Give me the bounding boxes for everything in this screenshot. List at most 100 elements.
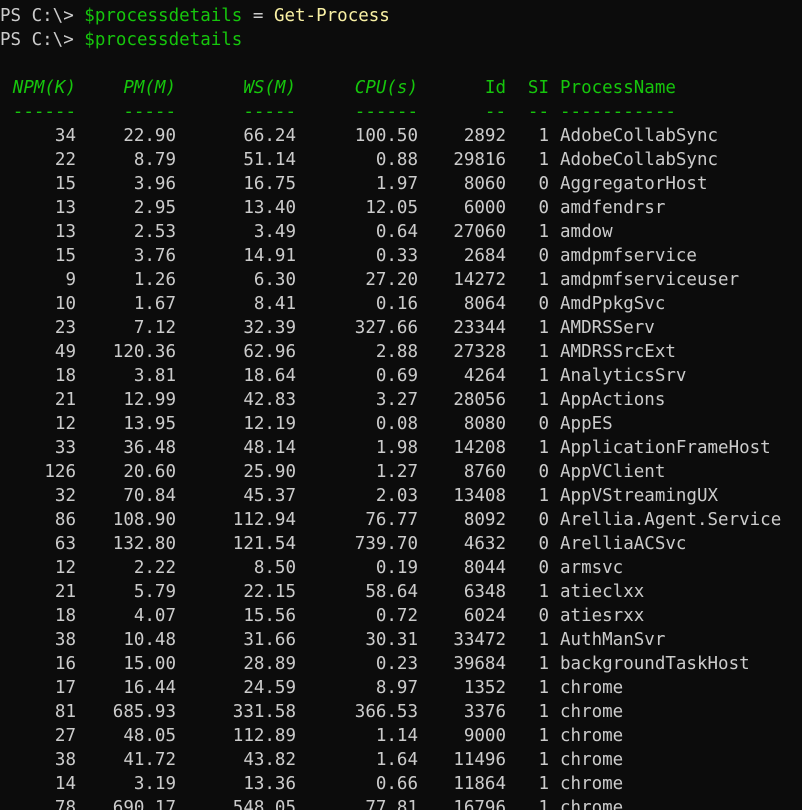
table-row: 21 5.79 22.15 58.64 6348 1 atieclxx	[0, 580, 802, 604]
table-header: NPM(K) PM(M) WS(M) CPU(s) Id SI ProcessN…	[0, 76, 802, 100]
cell-pm: 3.96	[133, 174, 176, 194]
separator-npm: ------	[12, 102, 76, 122]
cell-processname: AdobeCollabSync	[560, 150, 719, 170]
cell-processname: chrome	[560, 798, 624, 810]
cell-cpu: 0.23	[375, 654, 418, 674]
cell-npm: 33	[54, 438, 76, 458]
cell-si: 1	[538, 486, 549, 506]
table-row: 9 1.26 6.30 27.20 14272 1 amdpmfserviceuser	[0, 268, 802, 292]
cell-id: 23344	[453, 318, 506, 338]
table-row: 12 13.95 12.19 0.08 8080 0 AppES	[0, 412, 802, 436]
cell-npm: 23	[54, 318, 76, 338]
cell-npm: 27	[54, 726, 76, 746]
cell-id: 14272	[453, 270, 506, 290]
cell-pm: 2.53	[133, 222, 176, 242]
powershell-terminal[interactable]: PS C:\> $processdetails = Get-Process PS…	[0, 4, 802, 810]
cell-npm: 21	[54, 390, 76, 410]
cell-id: 2892	[463, 126, 506, 146]
cell-npm: 38	[54, 750, 76, 770]
cell-npm: 16	[54, 654, 76, 674]
cell-npm: 15	[54, 174, 76, 194]
cell-ws: 112.94	[232, 510, 296, 530]
table-row: 81 685.93 331.58 366.53 3376 1 chrome	[0, 700, 802, 724]
cell-id: 8064	[463, 294, 506, 314]
cell-cpu: 77.81	[365, 798, 418, 810]
cell-si: 0	[538, 174, 549, 194]
cell-cpu: 100.50	[354, 126, 418, 146]
cell-pm: 4.07	[133, 606, 176, 626]
cell-npm: 78	[54, 798, 76, 810]
cell-npm: 22	[54, 150, 76, 170]
cell-si: 1	[538, 726, 549, 746]
header-cpu: CPU(s)	[354, 78, 418, 98]
cell-processname: chrome	[560, 702, 624, 722]
cell-id: 2684	[463, 246, 506, 266]
cell-cpu: 366.53	[354, 702, 418, 722]
cell-cpu: 30.31	[365, 630, 418, 650]
cell-si: 1	[538, 390, 549, 410]
cell-si: 1	[538, 774, 549, 794]
cell-ws: 51.14	[243, 150, 296, 170]
cell-si: 1	[538, 126, 549, 146]
header-npm: NPM(K)	[12, 78, 76, 98]
cell-cpu: 3.27	[375, 390, 418, 410]
cell-id: 28056	[453, 390, 506, 410]
cell-pm: 132.80	[112, 534, 176, 554]
cell-cpu: 0.16	[375, 294, 418, 314]
cell-ws: 62.96	[243, 342, 296, 362]
cell-si: 0	[538, 294, 549, 314]
cell-id: 11864	[453, 774, 506, 794]
cell-pm: 13.95	[123, 414, 176, 434]
cell-processname: AppActions	[560, 390, 666, 410]
cell-si: 1	[538, 702, 549, 722]
cell-si: 1	[538, 270, 549, 290]
cell-cpu: 739.70	[354, 534, 418, 554]
cell-ws: 121.54	[232, 534, 296, 554]
cell-ws: 25.90	[243, 462, 296, 482]
separator-ws: -----	[243, 102, 296, 122]
cell-id: 8092	[463, 510, 506, 530]
cell-ws: 548.05	[232, 798, 296, 810]
cell-npm: 21	[54, 582, 76, 602]
cell-pm: 20.60	[123, 462, 176, 482]
cell-cpu: 0.88	[375, 150, 418, 170]
cell-npm: 81	[54, 702, 76, 722]
cell-ws: 22.15	[243, 582, 296, 602]
header-separator: ------ ----- ----- ------ -- -- --------…	[0, 100, 802, 124]
cell-processname: AppVClient	[560, 462, 666, 482]
cell-si: 0	[538, 558, 549, 578]
cell-ws: 3.49	[253, 222, 296, 242]
cell-npm: 126	[44, 462, 76, 482]
cell-pm: 22.90	[123, 126, 176, 146]
cell-cpu: 8.97	[375, 678, 418, 698]
header-processname: ProcessName	[560, 78, 676, 98]
cell-si: 1	[538, 654, 549, 674]
cell-cpu: 1.14	[375, 726, 418, 746]
table-row: 21 12.99 42.83 3.27 28056 1 AppActions	[0, 388, 802, 412]
cell-si: 1	[538, 222, 549, 242]
table-row: 27 48.05 112.89 1.14 9000 1 chrome	[0, 724, 802, 748]
cell-si: 0	[538, 510, 549, 530]
cell-pm: 3.19	[133, 774, 176, 794]
cell-cpu: 0.64	[375, 222, 418, 242]
table-row: 78 690.17 548.05 77.81 16796 1 chrome	[0, 796, 802, 810]
prompt: PS C:\>	[0, 30, 85, 50]
cell-pm: 48.05	[123, 726, 176, 746]
cell-cpu: 1.98	[375, 438, 418, 458]
cell-si: 1	[538, 798, 549, 810]
cell-pm: 2.22	[133, 558, 176, 578]
cell-processname: Arellia.Agent.Service	[560, 510, 782, 530]
cell-si: 1	[538, 630, 549, 650]
separator-cpu: ------	[354, 102, 418, 122]
cell-processname: AMDRSServ	[560, 318, 655, 338]
cell-npm: 49	[54, 342, 76, 362]
cell-ws: 66.24	[243, 126, 296, 146]
cell-npm: 10	[54, 294, 76, 314]
table-row: 13 2.95 13.40 12.05 6000 0 amdfendrsr	[0, 196, 802, 220]
table-row: 15 3.96 16.75 1.97 8060 0 AggregatorHost	[0, 172, 802, 196]
cell-npm: 14	[54, 774, 76, 794]
cell-id: 11496	[453, 750, 506, 770]
cell-pm: 1.26	[133, 270, 176, 290]
cell-si: 1	[538, 150, 549, 170]
cell-ws: 43.82	[243, 750, 296, 770]
